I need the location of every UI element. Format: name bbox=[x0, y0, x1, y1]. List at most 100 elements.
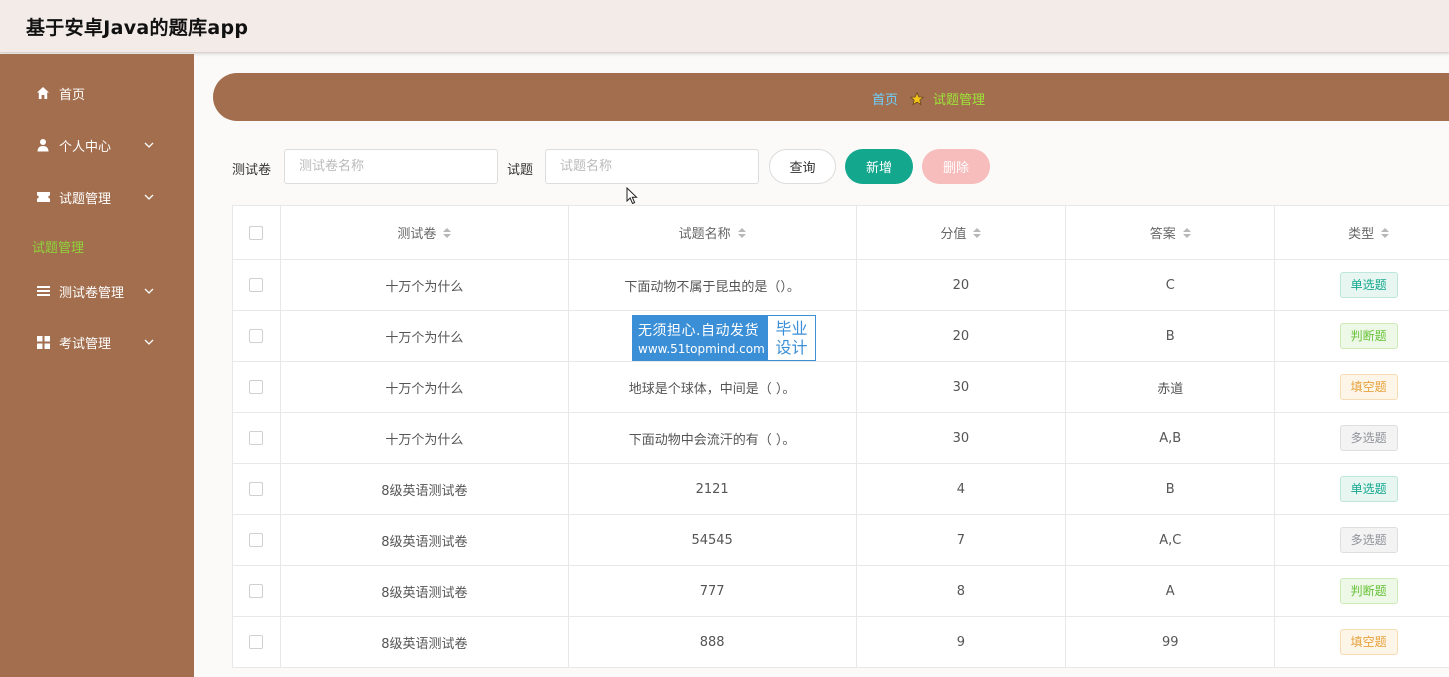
type-cell: 判断题 bbox=[1275, 566, 1449, 616]
column-header-question[interactable]: 试题名称 bbox=[569, 206, 857, 259]
watermark-overlay: 无须担心.自动发货 www.51topmind.com 毕业 设计 bbox=[632, 315, 816, 361]
type-badge: 单选题 bbox=[1339, 272, 1398, 298]
row-checkbox[interactable] bbox=[249, 584, 264, 598]
table-row[interactable]: 8级英语测试卷 54545 7 A,C 多选题 bbox=[233, 515, 1449, 566]
row-checkbox[interactable] bbox=[249, 380, 264, 394]
table-row[interactable]: 8级英语测试卷 2121 4 B 单选题 bbox=[233, 464, 1449, 515]
sidebar-item-label: 测试卷管理 bbox=[59, 286, 125, 301]
column-header-score[interactable]: 分值 bbox=[857, 206, 1067, 259]
list-icon bbox=[35, 283, 51, 299]
add-button[interactable]: 新增 bbox=[845, 149, 913, 184]
chevron-down-icon bbox=[144, 339, 154, 345]
question-cell: 下面动物中会流汗的有（ ）。 bbox=[569, 413, 857, 463]
sidebar-item-personal-center[interactable]: 个人中心 bbox=[0, 125, 194, 165]
row-checkbox[interactable] bbox=[249, 329, 264, 343]
column-header-label: 分值 bbox=[940, 227, 967, 242]
sidebar-item-label: 考试管理 bbox=[59, 337, 112, 352]
score-cell: 4 bbox=[857, 464, 1067, 514]
delete-button[interactable]: 删除 bbox=[922, 149, 990, 184]
question-cell: 777 bbox=[569, 566, 857, 616]
breadcrumb-bar: 首页 试题管理 bbox=[213, 73, 1449, 121]
type-badge: 多选题 bbox=[1339, 527, 1398, 553]
answer-cell: 99 bbox=[1066, 617, 1276, 667]
sort-icon[interactable] bbox=[1381, 227, 1390, 238]
select-all-cell bbox=[233, 206, 281, 259]
sidebar-item-label: 个人中心 bbox=[59, 140, 112, 155]
type-badge: 多选题 bbox=[1339, 425, 1398, 451]
sidebar-item-question-management[interactable]: 试题管理 bbox=[0, 177, 194, 217]
score-cell: 8 bbox=[857, 566, 1067, 616]
sidebar-item-label: 首页 bbox=[59, 88, 86, 103]
sort-icon[interactable] bbox=[443, 227, 452, 238]
row-checkbox[interactable] bbox=[249, 635, 264, 649]
row-checkbox[interactable] bbox=[249, 482, 264, 496]
sidebar-item-home[interactable]: 首页 bbox=[0, 73, 194, 113]
sort-icon[interactable] bbox=[973, 227, 982, 238]
paper-cell: 8级英语测试卷 bbox=[281, 464, 569, 514]
column-header-label: 类型 bbox=[1348, 227, 1375, 242]
table-row[interactable]: 十万个为什么 下面动物中会流汗的有（ ）。 30 A,B 多选题 bbox=[233, 413, 1449, 464]
type-cell: 判断题 bbox=[1275, 311, 1449, 361]
row-select-cell bbox=[233, 260, 281, 310]
row-select-cell bbox=[233, 311, 281, 361]
score-cell: 20 bbox=[857, 260, 1067, 310]
answer-cell: C bbox=[1066, 260, 1276, 310]
chevron-down-icon bbox=[144, 288, 154, 294]
type-cell: 填空题 bbox=[1275, 362, 1449, 412]
paper-cell: 8级英语测试卷 bbox=[281, 566, 569, 616]
top-bar: 基于安卓Java的题库app bbox=[0, 0, 1449, 53]
sort-icon[interactable] bbox=[1182, 227, 1191, 238]
paper-name-input[interactable] bbox=[284, 149, 498, 184]
question-cell: 888 bbox=[569, 617, 857, 667]
table-row[interactable]: 8级英语测试卷 777 8 A 判断题 bbox=[233, 566, 1449, 617]
chevron-down-icon bbox=[144, 142, 154, 148]
table-row[interactable]: 十万个为什么 20 B 判断题 bbox=[233, 311, 1449, 362]
score-cell: 30 bbox=[857, 413, 1067, 463]
watermark-line2: www.51topmind.com bbox=[638, 342, 765, 356]
question-name-input[interactable] bbox=[545, 149, 759, 184]
question-cell: 下面动物不属于昆虫的是（）。 bbox=[569, 260, 857, 310]
row-checkbox[interactable] bbox=[249, 278, 264, 292]
user-icon bbox=[35, 137, 51, 153]
sidebar-item-paper-management[interactable]: 测试卷管理 bbox=[0, 271, 194, 311]
type-badge: 填空题 bbox=[1339, 374, 1398, 400]
breadcrumb-home[interactable]: 首页 bbox=[872, 89, 898, 108]
type-cell: 多选题 bbox=[1275, 515, 1449, 565]
sidebar-item-exam-management[interactable]: 考试管理 bbox=[0, 322, 194, 362]
row-select-cell bbox=[233, 362, 281, 412]
table-row[interactable]: 十万个为什么 地球是个球体，中间是（ ）。 30 赤道 填空题 bbox=[233, 362, 1449, 413]
column-header-type[interactable]: 类型 bbox=[1275, 206, 1449, 259]
paper-cell: 十万个为什么 bbox=[281, 413, 569, 463]
sidebar-item-label: 试题管理 bbox=[59, 192, 112, 207]
column-header-label: 试题名称 bbox=[678, 227, 731, 242]
column-header-label: 测试卷 bbox=[397, 227, 437, 242]
watermark-right-bottom: 设计 bbox=[775, 338, 808, 357]
row-select-cell bbox=[233, 464, 281, 514]
type-cell: 单选题 bbox=[1275, 260, 1449, 310]
column-header-paper[interactable]: 测试卷 bbox=[281, 206, 569, 259]
row-checkbox[interactable] bbox=[249, 431, 264, 445]
type-badge: 填空题 bbox=[1339, 629, 1398, 655]
score-cell: 20 bbox=[857, 311, 1067, 361]
row-checkbox[interactable] bbox=[249, 533, 264, 547]
watermark-line1: 无须担心.自动发货 bbox=[638, 323, 759, 339]
column-header-answer[interactable]: 答案 bbox=[1066, 206, 1276, 259]
answer-cell: A,C bbox=[1066, 515, 1276, 565]
chevron-down-icon bbox=[144, 194, 154, 200]
paper-cell: 十万个为什么 bbox=[281, 260, 569, 310]
table-row[interactable]: 十万个为什么 下面动物不属于昆虫的是（）。 20 C 单选题 bbox=[233, 260, 1449, 311]
type-cell: 多选题 bbox=[1275, 413, 1449, 463]
sort-icon[interactable] bbox=[737, 227, 746, 238]
select-all-checkbox[interactable] bbox=[249, 225, 264, 240]
app-title: 基于安卓Java的题库app bbox=[26, 17, 249, 39]
paper-cell: 十万个为什么 bbox=[281, 362, 569, 412]
ticket-icon bbox=[35, 189, 51, 205]
paper-cell: 十万个为什么 bbox=[281, 311, 569, 361]
question-table: 测试卷 试题名称 分值 答案 类型 十万个为什么 下面动物不属于昆虫的是（）。 … bbox=[232, 205, 1449, 668]
row-select-cell bbox=[233, 566, 281, 616]
sidebar-subitem-question-management[interactable]: 试题管理 bbox=[32, 237, 84, 256]
query-button[interactable]: 查询 bbox=[769, 149, 836, 184]
answer-cell: A bbox=[1066, 566, 1276, 616]
table-row[interactable]: 8级英语测试卷 888 9 99 填空题 bbox=[233, 617, 1449, 668]
breadcrumb: 首页 试题管理 bbox=[872, 89, 985, 108]
